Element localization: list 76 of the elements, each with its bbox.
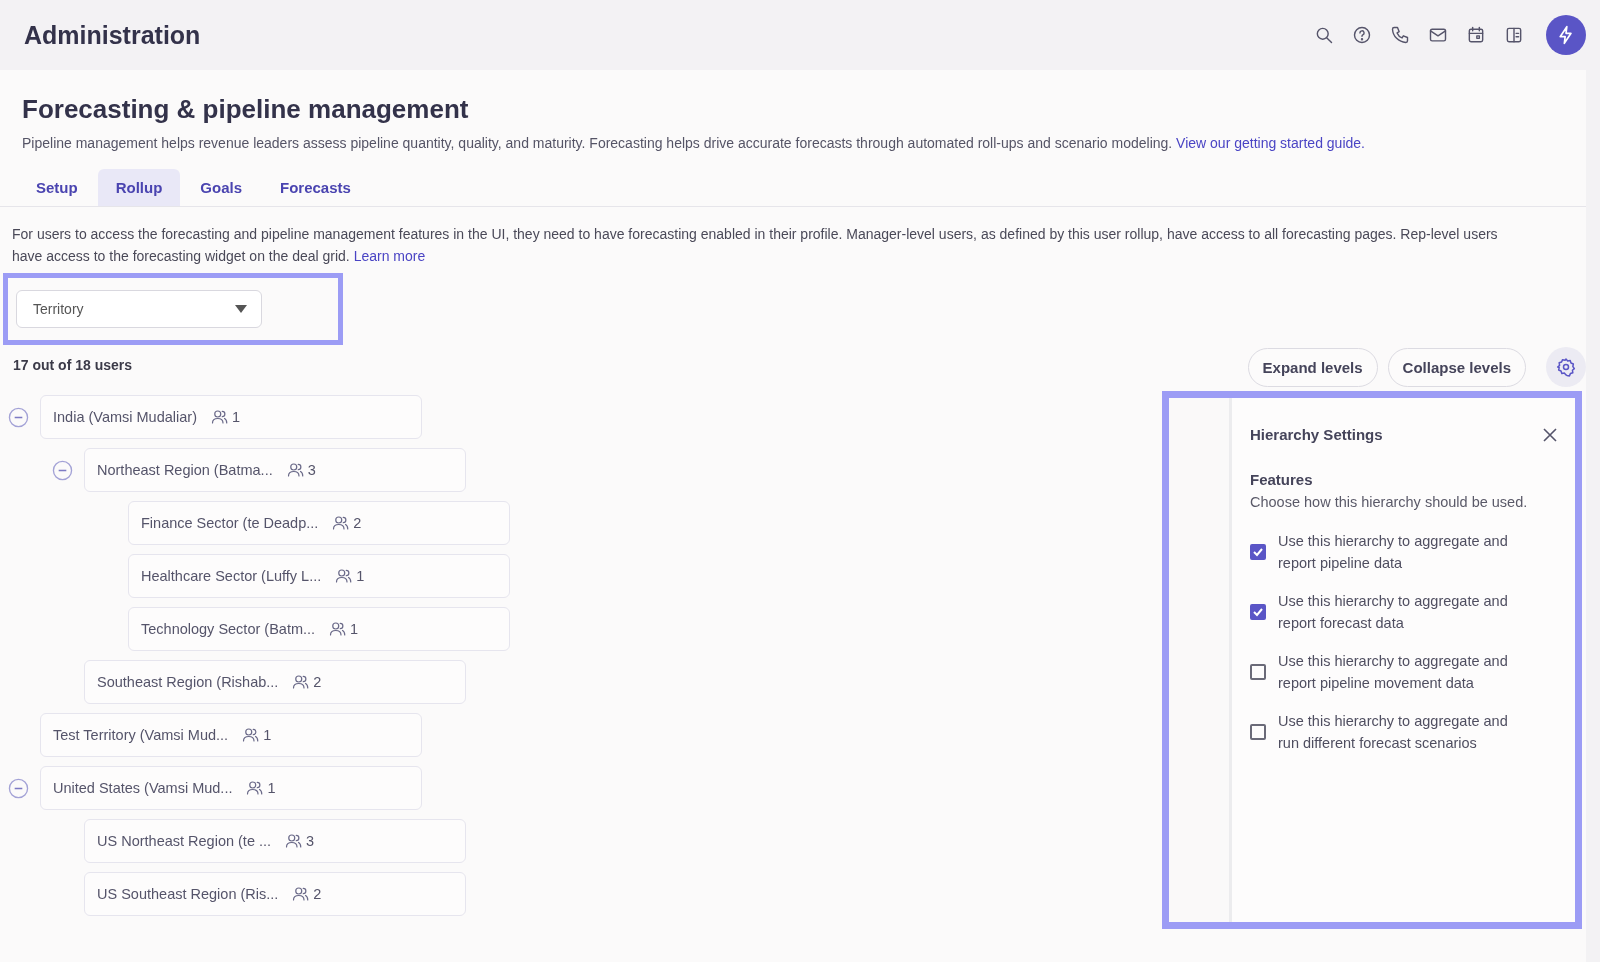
settings-button[interactable]: [1546, 347, 1586, 387]
tree-node[interactable]: Northeast Region (Batma... 3: [84, 448, 466, 492]
tree-node[interactable]: India (Vamsi Mudaliar) 1: [40, 395, 422, 439]
node-label: India (Vamsi Mudaliar): [53, 409, 197, 425]
contact-card-icon[interactable]: [1504, 25, 1524, 45]
tree-node[interactable]: US Southeast Region (Ris... 2: [84, 872, 466, 916]
users-icon: [292, 673, 311, 691]
tree-node[interactable]: US Northeast Region (te ... 3: [84, 819, 466, 863]
tab[interactable]: Setup: [18, 169, 96, 206]
tree-node[interactable]: United States (Vamsi Mud... 1: [40, 766, 422, 810]
users-icon: [335, 567, 354, 585]
users-icon: [242, 726, 261, 744]
users-icon: [332, 514, 351, 532]
level-button[interactable]: Expand levels: [1247, 347, 1378, 387]
tab[interactable]: Rollup: [97, 169, 181, 206]
checkbox[interactable]: [1250, 604, 1266, 620]
users-icon: [246, 779, 265, 797]
option-label: Use this hierarchy to aggregate and run different forecast scenarios: [1278, 712, 1509, 753]
search-icon[interactable]: [1314, 25, 1334, 45]
app-title: Administration: [24, 20, 202, 50]
level-button[interactable]: Collapse levels: [1387, 347, 1526, 387]
user-count: 1: [263, 727, 272, 743]
option-label: Use this hierarchy to aggregate and report pipeline movement data: [1278, 652, 1509, 693]
node-label: US Northeast Region (te ...: [97, 833, 272, 849]
users-icon: [329, 620, 348, 638]
users-icon: [286, 461, 305, 479]
option-label: Use this hierarchy to aggregate and report pipeline data: [1278, 532, 1509, 573]
user-count-label: 17 out of 18 users: [12, 356, 134, 373]
users-icon: [285, 832, 304, 850]
user-count: 3: [307, 462, 316, 478]
section-hint: Choose how this hierarchy should be used.: [1250, 494, 1529, 510]
user-count: 2: [313, 674, 322, 690]
calendar-icon[interactable]: [1466, 25, 1486, 45]
hierarchy-dropdown[interactable]: Territory: [16, 290, 262, 328]
help-icon[interactable]: [1352, 25, 1372, 45]
option-label: Use this hierarchy to aggregate and report forecast data: [1278, 592, 1509, 633]
tree-node[interactable]: Finance Sector (te Deadp... 2: [128, 501, 510, 545]
phone-icon[interactable]: [1390, 25, 1410, 45]
node-label: United States (Vamsi Mud...: [53, 780, 233, 796]
checkbox[interactable]: [1250, 664, 1266, 680]
tab[interactable]: Goals: [182, 169, 260, 206]
node-label: US Southeast Region (Ris...: [97, 886, 279, 902]
users-icon: [211, 408, 229, 426]
user-count: 1: [350, 621, 359, 637]
learn-more-link[interactable]: Learn more: [353, 248, 426, 264]
lightning-button[interactable]: [1546, 15, 1586, 55]
tab[interactable]: Forecasts: [262, 169, 369, 206]
users-icon: [292, 885, 311, 903]
node-label: Northeast Region (Batma...: [97, 462, 273, 478]
user-count: 2: [353, 515, 362, 531]
checkbox[interactable]: [1250, 544, 1266, 560]
intro-text: For users to access the forecasting and pipeline management features in the UI, they need to have forecasting enabled in their profile. Manager-level users, as defined by this user rollup, have access to all forecasting pages. Rep-level users have access to the forecasting widget on the deal grid. Learn more: [11, 225, 1499, 266]
panel-title: Hierarchy Settings: [1250, 426, 1383, 443]
caret-icon: [235, 305, 247, 313]
close-icon[interactable]: [1543, 427, 1557, 442]
user-count: 2: [313, 886, 322, 902]
node-label: Technology Sector (Batm...: [141, 621, 316, 637]
user-count: 1: [267, 780, 276, 796]
node-label: Healthcare Sector (Luffy L...: [141, 568, 322, 584]
tree-node[interactable]: Test Territory (Vamsi Mud... 1: [40, 713, 422, 757]
tree-node[interactable]: Southeast Region (Rishab... 2: [84, 660, 466, 704]
tree-node[interactable]: Technology Sector (Batm... 1: [128, 607, 510, 651]
tree-node[interactable]: Healthcare Sector (Luffy L... 1: [128, 554, 510, 598]
node-label: Southeast Region (Rishab...: [97, 674, 279, 690]
checkbox[interactable]: [1250, 724, 1266, 740]
mail-icon[interactable]: [1428, 25, 1448, 45]
node-label: Finance Sector (te Deadp...: [141, 515, 319, 531]
guide-link[interactable]: View our getting started guide.: [1176, 135, 1365, 151]
user-count: 1: [356, 568, 365, 584]
section-title: Features: [1250, 471, 1314, 488]
user-count: 3: [306, 833, 315, 849]
page-title: Forecasting & pipeline management: [22, 94, 470, 125]
node-label: Test Territory (Vamsi Mud...: [53, 727, 229, 743]
user-count: 1: [232, 409, 241, 425]
settings-icon: [1556, 357, 1576, 377]
page-description: Pipeline management helps revenue leaders assess pipeline quantity, quality, and maturity. Forecasting helps drive accurate forecasts through automated roll-ups and scenario modeling. View our getting started guide.: [22, 135, 1366, 151]
